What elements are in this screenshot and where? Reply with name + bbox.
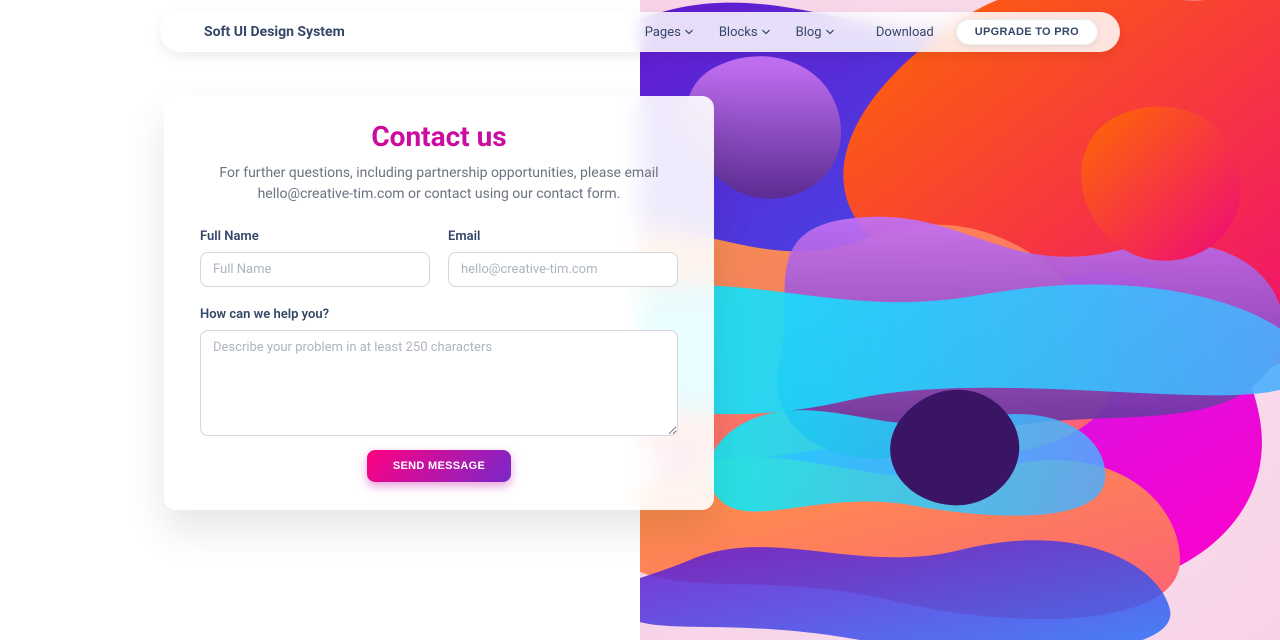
full-name-input[interactable] [200, 252, 430, 287]
nav-links: Pages Blocks Blog [645, 25, 834, 40]
message-textarea[interactable] [200, 330, 678, 436]
chevron-down-icon [762, 28, 770, 36]
nav-blocks-label: Blocks [719, 25, 758, 40]
brand-title[interactable]: Soft UI Design System [204, 24, 345, 40]
full-name-label: Full Name [200, 229, 430, 244]
nav-blocks[interactable]: Blocks [719, 25, 770, 40]
message-label: How can we help you? [200, 307, 678, 322]
nav-blog-label: Blog [796, 25, 822, 40]
nav-blog[interactable]: Blog [796, 25, 834, 40]
field-full-name: Full Name [200, 229, 430, 287]
field-email: Email [448, 229, 678, 287]
email-label: Email [448, 229, 678, 244]
card-lead: For further questions, including partner… [200, 163, 678, 205]
chevron-down-icon [685, 28, 693, 36]
download-link[interactable]: Download [876, 25, 934, 40]
hero-art [640, 0, 1280, 640]
email-input[interactable] [448, 252, 678, 287]
nav-pages[interactable]: Pages [645, 25, 693, 40]
navbar: Soft UI Design System Pages Blocks Blog … [160, 12, 1120, 52]
card-title: Contact us [200, 120, 678, 153]
field-message: How can we help you? [200, 307, 678, 436]
upgrade-button[interactable]: UPGRADE TO PRO [956, 19, 1098, 45]
send-message-button[interactable]: SEND MESSAGE [367, 450, 511, 482]
nav-pages-label: Pages [645, 25, 681, 40]
contact-card: Contact us For further questions, includ… [164, 96, 714, 510]
chevron-down-icon [826, 28, 834, 36]
